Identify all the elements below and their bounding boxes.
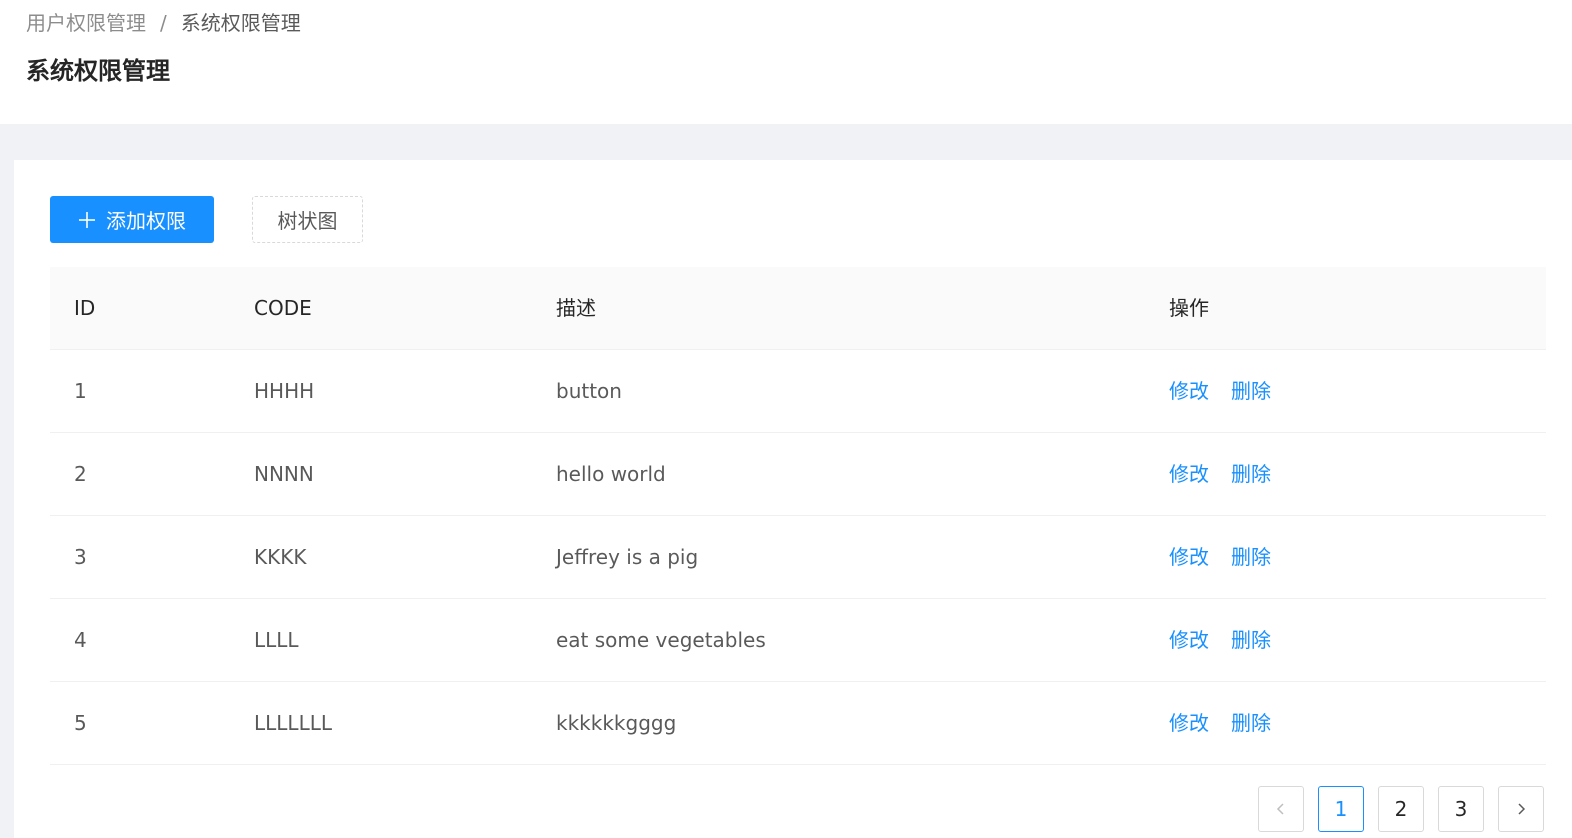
cell-id: 4	[74, 628, 87, 652]
cell-description: button	[556, 379, 622, 403]
delete-link[interactable]: 删除	[1231, 545, 1271, 569]
column-header-actions: 操作	[1169, 296, 1209, 320]
delete-link[interactable]: 删除	[1231, 711, 1271, 735]
cell-description: hello world	[556, 462, 666, 486]
edit-link[interactable]: 修改	[1169, 628, 1209, 652]
edit-link[interactable]: 修改	[1169, 462, 1209, 486]
tree-view-label: 树状图	[277, 209, 338, 233]
page-2-button[interactable]: 2	[1378, 786, 1424, 832]
add-permission-button[interactable]: 添加权限	[50, 196, 214, 243]
next-page-button[interactable]	[1498, 786, 1544, 832]
table-row: 3 KKKK Jeffrey is a pig 修改 删除	[50, 516, 1546, 599]
edit-link[interactable]: 修改	[1169, 545, 1209, 569]
edit-link[interactable]: 修改	[1169, 379, 1209, 403]
cell-description: eat some vegetables	[556, 628, 766, 652]
column-header-id: ID	[74, 296, 96, 320]
cell-actions: 修改 删除	[1169, 433, 1271, 515]
cell-id: 5	[74, 711, 87, 735]
cell-actions: 修改 删除	[1169, 350, 1271, 432]
cell-actions: 修改 删除	[1169, 516, 1271, 598]
cell-code: LLLL	[254, 628, 299, 652]
cell-id: 3	[74, 545, 87, 569]
chevron-left-icon	[1276, 803, 1284, 815]
breadcrumb-item-user-permissions[interactable]: 用户权限管理	[26, 11, 146, 35]
delete-link[interactable]: 删除	[1231, 628, 1271, 652]
breadcrumb-item-system-permissions: 系统权限管理	[180, 11, 301, 35]
breadcrumb-separator: /	[160, 11, 167, 35]
table-header: ID CODE 描述 操作	[50, 267, 1546, 350]
column-header-description: 描述	[556, 296, 596, 320]
table-row: 5 LLLLLLL kkkkkkgggg 修改 删除	[50, 682, 1546, 765]
page-title: 系统权限管理	[26, 57, 170, 85]
page-header: 用户权限管理 / 系统权限管理 系统权限管理	[0, 0, 1572, 124]
cell-description: kkkkkkgggg	[556, 711, 677, 735]
cell-code: NNNN	[254, 462, 314, 486]
cell-code: HHHH	[254, 379, 315, 403]
cell-actions: 修改 删除	[1169, 599, 1271, 681]
edit-link[interactable]: 修改	[1169, 711, 1209, 735]
content-card: 添加权限 树状图 ID CODE 描述 操作 1 HHHH button 修改删…	[14, 160, 1572, 838]
permissions-table: ID CODE 描述 操作 1 HHHH button 修改 删除 2 NNNN …	[50, 267, 1546, 765]
plus-icon	[79, 211, 95, 228]
delete-link[interactable]: 删除	[1231, 379, 1271, 403]
cell-id: 2	[74, 462, 87, 486]
table-row: 1 HHHH button 修改 删除	[50, 350, 1546, 433]
column-header-code: CODE	[254, 296, 312, 320]
prev-page-button[interactable]	[1258, 786, 1304, 832]
add-permission-label: 添加权限	[106, 209, 186, 233]
page-1-button[interactable]: 1	[1318, 786, 1364, 832]
table-row: 2 NNNN hello world 修改 删除	[50, 433, 1546, 516]
cell-description: Jeffrey is a pig	[556, 545, 699, 569]
breadcrumb: 用户权限管理 / 系统权限管理	[26, 9, 301, 37]
cell-code: KKKK	[254, 545, 307, 569]
page-3-button[interactable]: 3	[1438, 786, 1484, 832]
cell-code: LLLLLLL	[254, 711, 332, 735]
table-row: 4 LLLL eat some vegetables 修改 删除	[50, 599, 1546, 682]
tree-view-button[interactable]: 树状图	[252, 196, 363, 243]
chevron-right-icon	[1518, 803, 1526, 815]
cell-actions: 修改 删除	[1169, 682, 1271, 764]
cell-id: 1	[74, 379, 87, 403]
delete-link[interactable]: 删除	[1231, 462, 1271, 486]
